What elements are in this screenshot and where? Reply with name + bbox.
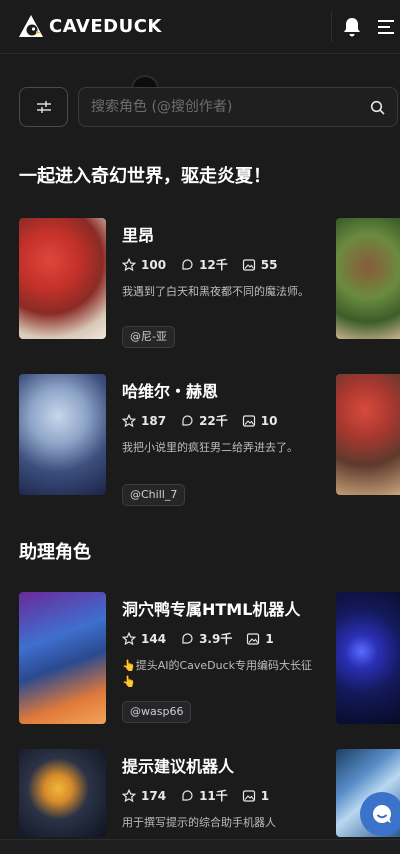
- likes-count: 100: [141, 257, 167, 272]
- search-bar: [78, 87, 398, 127]
- character-description: 我把小说里的疯狂男二给弄进去了。: [122, 441, 298, 454]
- character-name: 洞穴鸭专属HTML机器人: [122, 600, 301, 619]
- bell-icon[interactable]: [340, 15, 364, 39]
- star-icon: [122, 257, 136, 271]
- author-tag[interactable]: @尼-亚: [122, 326, 175, 348]
- character-thumbnail: [19, 592, 106, 724]
- star-icon: [122, 788, 136, 802]
- author-tag[interactable]: @wasp66: [122, 701, 192, 723]
- header-divider: [331, 12, 332, 42]
- star-icon: [122, 631, 136, 645]
- chat-icon: [182, 632, 193, 644]
- character-card[interactable]: 哈维尔・赫恩 187 22千 10 我把小说里的疯狂男二给弄进去了。 @Chil…: [19, 374, 329, 506]
- author-tag[interactable]: @Chill_7: [122, 484, 186, 506]
- next-card-preview[interactable]: [336, 374, 400, 495]
- chats-stat: 3.9千: [180, 630, 232, 647]
- image-icon: [242, 258, 255, 271]
- character-card[interactable]: 里昂 100 12千 55 我遇到了白天和黑夜都不同的魔法师。 @尼-亚: [19, 218, 329, 348]
- caveduck-logo-icon: [19, 15, 43, 37]
- character-card[interactable]: 洞穴鸭专属HTML机器人 144 3.9千 1 👆提头AI的CaveDuck专用…: [19, 592, 329, 727]
- chat-icon: [182, 789, 193, 801]
- images-count: 10: [260, 413, 278, 428]
- image-icon: [247, 632, 260, 645]
- bottom-bar: [0, 839, 400, 854]
- character-stats: 187 22千 10: [122, 412, 291, 429]
- sliders-icon: [36, 101, 51, 113]
- character-name: 提示建议机器人: [122, 757, 235, 776]
- likes-stat: 144: [122, 631, 167, 646]
- brand-logo[interactable]: CAVEDUCK: [18, 13, 162, 39]
- character-name: 里昂: [122, 226, 155, 245]
- chat-icon: [182, 414, 193, 426]
- images-stat: 55: [242, 257, 278, 272]
- likes-stat: 187: [122, 413, 167, 428]
- likes-stat: 100: [122, 257, 167, 272]
- character-thumbnail: [19, 749, 106, 837]
- section-title-assistants: 助理角色: [19, 542, 91, 563]
- section-title-fantasy: 一起进入奇幻世界，驱走炎夏！: [19, 166, 271, 187]
- star-icon: [122, 413, 136, 427]
- images-stat: 10: [242, 413, 278, 428]
- chats-stat: 12千: [180, 256, 228, 273]
- character-thumbnail: [19, 218, 106, 339]
- search-input[interactable]: [91, 88, 361, 126]
- image-icon: [242, 414, 255, 427]
- chats-count: 22千: [199, 414, 228, 428]
- next-card-preview[interactable]: [336, 218, 400, 339]
- chats-count: 12千: [199, 258, 228, 272]
- character-description: 我遇到了白天和黑夜都不同的魔法师。: [122, 285, 309, 298]
- likes-count: 174: [141, 788, 167, 803]
- character-stats: 100 12千 55: [122, 256, 291, 273]
- character-thumbnail: [19, 374, 106, 495]
- character-stats: 174 11千 1: [122, 787, 283, 804]
- search-icon[interactable]: [370, 100, 385, 115]
- chats-count: 11千: [199, 789, 228, 803]
- chats-count: 3.9千: [199, 632, 233, 646]
- chats-stat: 11千: [180, 787, 228, 804]
- images-stat: 1: [246, 631, 274, 646]
- character-description: 用于撰写提示的综合助手机器人: [122, 816, 276, 829]
- character-card[interactable]: 提示建议机器人 174 11千 1 用于撰写提示的综合助手机器人: [19, 749, 329, 837]
- character-name: 哈维尔・赫恩: [122, 382, 219, 401]
- images-count: 1: [265, 631, 274, 646]
- images-count: 55: [260, 257, 278, 272]
- likes-count: 187: [141, 413, 167, 428]
- chat-icon: [182, 258, 193, 270]
- support-chat-button[interactable]: [360, 792, 400, 836]
- chats-stat: 22千: [180, 412, 228, 429]
- character-description: 👆提头AI的CaveDuck专用编码大长征👆: [122, 659, 313, 688]
- brand-name: CAVEDUCK: [49, 15, 162, 37]
- next-card-preview[interactable]: [336, 592, 400, 724]
- app-header: CAVEDUCK: [0, 0, 400, 54]
- chat-bubble-icon: [373, 805, 391, 823]
- images-count: 1: [260, 788, 270, 803]
- character-stats: 144 3.9千 1: [122, 630, 288, 647]
- images-stat: 1: [242, 789, 269, 803]
- likes-count: 144: [141, 631, 167, 646]
- likes-stat: 174: [122, 788, 167, 803]
- image-icon: [242, 789, 255, 802]
- filter-button[interactable]: [19, 87, 68, 127]
- menu-icon[interactable]: [374, 15, 398, 39]
